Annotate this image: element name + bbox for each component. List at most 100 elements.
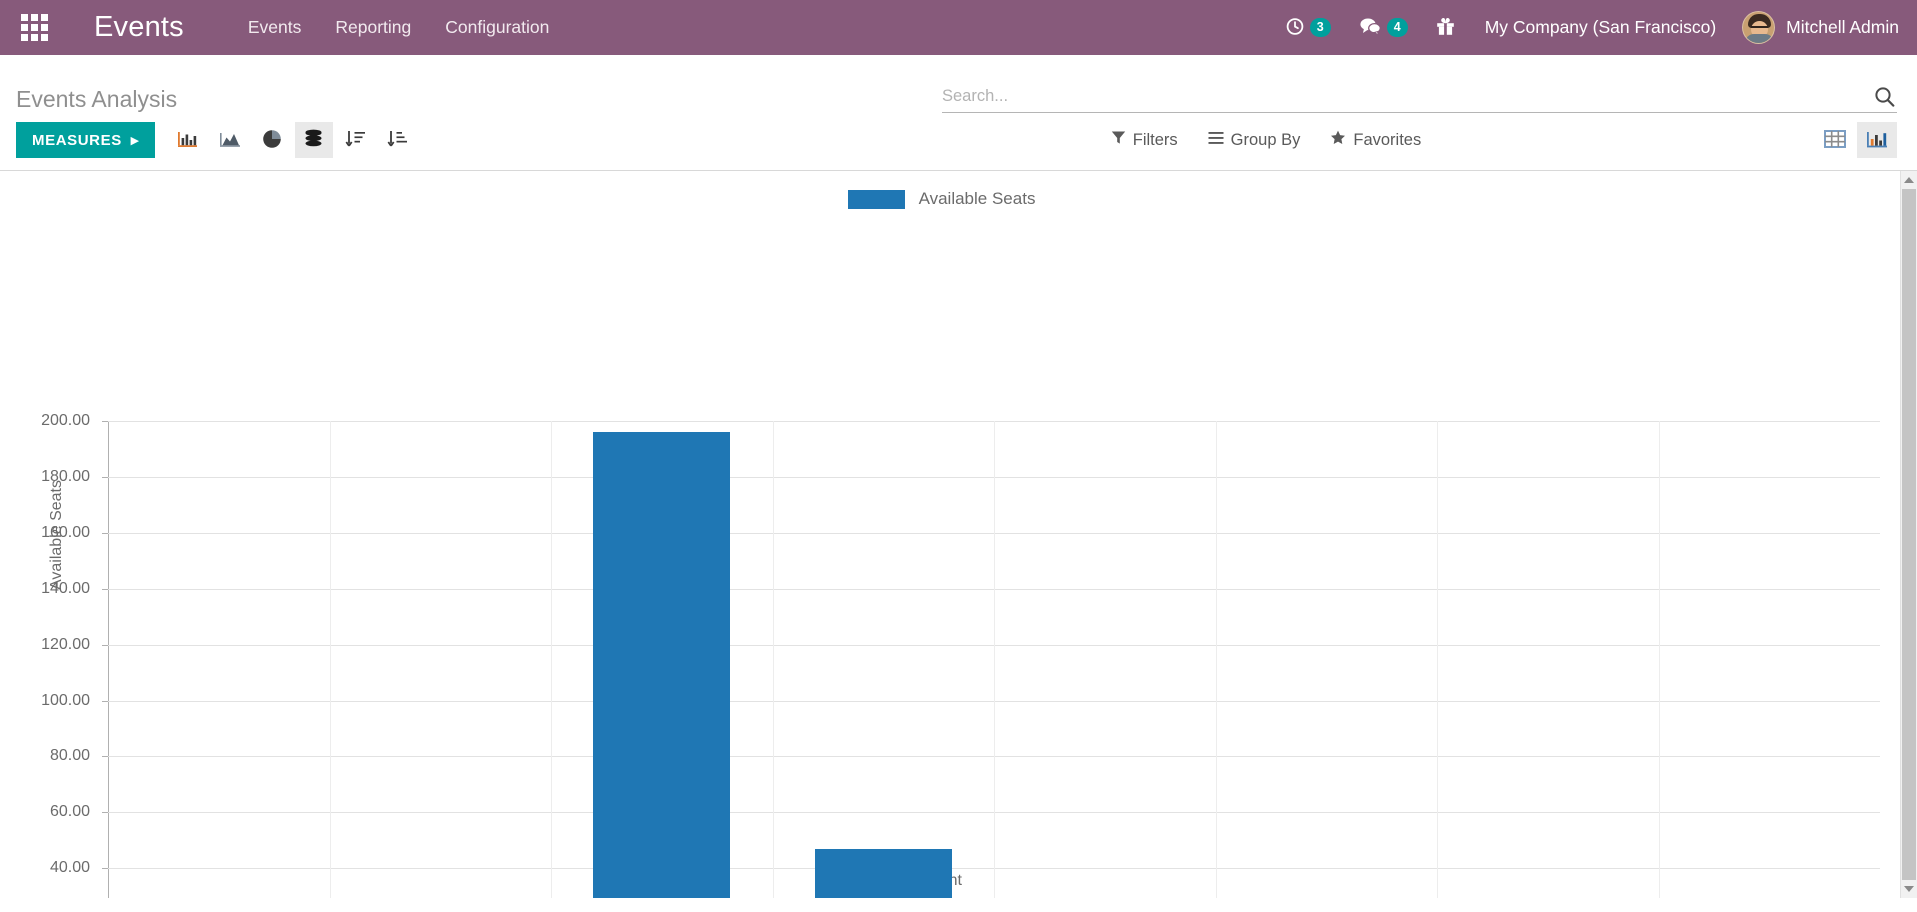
activities-menu[interactable]: 3 [1271,0,1345,55]
y-axis-tick-label: 80.00 [49,747,90,765]
search-options: Filters Group By Favorites [811,130,1421,150]
apps-menu-toggle[interactable] [12,14,56,41]
y-axis-tick-label: 100.00 [41,691,90,709]
favorites-label: Favorites [1353,130,1422,149]
y-axis-tick-label: 120.00 [41,635,90,653]
chart-canvas: Available Seats Available Seats Event 0.… [0,171,1900,898]
graph-view: Available Seats Available Seats Event 0.… [0,171,1917,898]
sort-ascending-button[interactable] [379,122,417,158]
groupby-dropdown[interactable]: Group By [1208,130,1301,150]
measures-button[interactable]: MEASURES ▸ [16,122,155,158]
app-brand-name: Events [94,11,184,43]
menu-item-configuration[interactable]: Configuration [433,10,561,45]
star-icon [1330,130,1346,150]
line-chart-button[interactable] [211,122,249,158]
search-icon [1874,86,1895,107]
clock-icon [1285,16,1305,40]
chevron-up-icon [1904,177,1914,183]
search-button[interactable] [1872,86,1897,107]
sort-descending-button[interactable] [337,122,375,158]
gift-icon [1436,16,1455,40]
vertical-gridline [1437,421,1438,898]
control-panel: Events Analysis MEASURES ▸ [0,55,1917,171]
vertical-gridline [772,421,774,898]
gift-menu[interactable] [1422,0,1469,55]
y-axis-tick-label: 160.00 [41,523,90,541]
area-chart-icon [219,129,241,151]
breadcrumb: Events Analysis [16,86,178,112]
y-axis-tick-label: 40.00 [49,859,90,877]
navbar-right-tools: 3 4 My Company (San Francisco) Mitchell … [1271,0,1899,55]
view-switcher [1815,122,1897,158]
y-axis-tick-label: 200.00 [41,412,90,429]
sort-amount-asc-icon [387,129,408,151]
vertical-gridline [1215,421,1217,898]
y-tick-mark [102,476,108,478]
y-tick-mark [102,868,108,870]
graph-view-button[interactable] [1857,122,1897,158]
y-axis-line [108,421,109,898]
y-axis-tick-label: 180.00 [41,467,90,485]
sort-amount-desc-icon [345,129,366,151]
user-name-label: Mitchell Admin [1786,17,1899,37]
y-tick-mark [102,700,108,702]
y-tick-mark [102,588,108,590]
chart-bar[interactable] [814,848,952,898]
user-menu[interactable]: Mitchell Admin [1732,11,1899,44]
caret-right-icon: ▸ [130,132,139,149]
legend-swatch [847,189,905,209]
bar-chart-icon [1866,129,1888,152]
apps-grid-icon [20,14,48,41]
y-tick-mark [102,421,108,422]
control-panel-bottom-row: MEASURES ▸ Filters Group By Favorites [0,113,1917,170]
top-navbar: Events Events Reporting Configuration 3 [0,0,1917,55]
activities-count: 3 [1309,18,1331,37]
legend-label: Available Seats [918,189,1036,208]
vertical-gridline [994,421,995,898]
vertical-gridline [329,421,331,898]
comments-icon [1359,16,1382,40]
scroll-down-button[interactable] [1901,880,1917,898]
messages-count: 4 [1386,18,1408,37]
y-axis-tick-label: 60.00 [49,803,90,821]
bars-icon [1208,131,1224,150]
chart-type-button-group [169,122,417,158]
measures-label: MEASURES [32,131,122,149]
scrollbar-thumb[interactable] [1902,189,1916,880]
bar-chart-icon [177,129,198,151]
chart-legend: Available Seats [0,189,1883,209]
filters-label: Filters [1132,130,1178,149]
company-switcher[interactable]: My Company (San Francisco) [1469,17,1732,38]
plot-area: 0.0020.0040.0060.0080.00100.00120.00140.… [41,412,1880,898]
table-grid-icon [1824,129,1846,152]
vertical-gridline [1658,421,1660,898]
pie-chart-button[interactable] [253,122,291,158]
menu-item-events[interactable]: Events [236,10,314,45]
user-avatar [1742,11,1776,44]
stacked-button[interactable] [294,122,333,158]
filter-icon [1111,130,1126,150]
pie-chart-icon [262,129,282,152]
list-view-button[interactable] [1815,122,1855,158]
y-axis-tick-label: 140.00 [41,579,90,597]
messages-menu[interactable]: 4 [1345,0,1422,55]
search-view [942,86,1897,113]
vertical-scrollbar[interactable] [1900,171,1917,898]
bar-chart-button[interactable] [169,122,207,158]
search-input[interactable] [942,87,1872,106]
control-panel-top-row: Events Analysis [0,55,1917,113]
groupby-label: Group By [1230,130,1301,149]
y-tick-mark [102,644,108,646]
y-tick-mark [102,532,108,534]
favorites-dropdown[interactable]: Favorites [1330,130,1421,150]
database-stack-icon [303,129,324,151]
vertical-gridline [551,421,552,898]
menu-item-reporting[interactable]: Reporting [323,10,423,45]
y-tick-mark [102,756,108,758]
main-menu: Events Reporting Configuration [236,10,562,45]
scroll-up-button[interactable] [1901,171,1917,189]
chart-bar[interactable] [593,432,731,898]
chevron-down-icon [1904,886,1914,892]
filters-dropdown[interactable]: Filters [1111,130,1178,150]
y-tick-mark [102,812,108,814]
